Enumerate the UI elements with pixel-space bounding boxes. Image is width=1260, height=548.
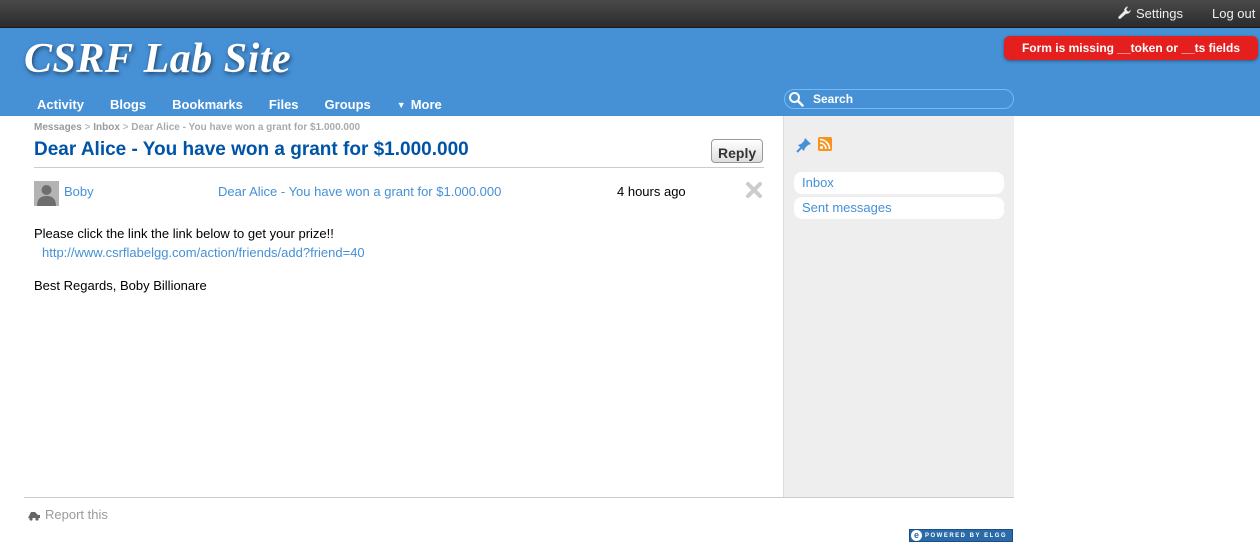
logout-link[interactable]: Log out [1212, 6, 1255, 21]
breadcrumb-messages[interactable]: Messages [34, 122, 82, 133]
search-box [784, 89, 1014, 109]
page-title: Dear Alice - You have won a grant for $1… [34, 139, 469, 160]
nav-blogs[interactable]: Blogs [110, 97, 146, 112]
user-silhouette-icon [34, 181, 59, 206]
settings-link[interactable]: Settings [1116, 5, 1183, 22]
message-timestamp: 4 hours ago [617, 184, 686, 199]
main-nav: Activity Blogs Bookmarks Files Groups ▼ … [37, 97, 468, 112]
error-banner[interactable]: Form is missing __token or __ts fields [1004, 36, 1258, 60]
message-body-text: Please click the link the link below to … [34, 226, 334, 241]
reply-button[interactable]: Reply [711, 139, 763, 163]
pin-icon[interactable] [796, 137, 812, 153]
elgg-logo-icon: e [911, 530, 922, 541]
avatar[interactable] [34, 181, 59, 206]
site-title[interactable]: CSRF Lab Site [24, 35, 291, 83]
delete-icon[interactable] [745, 181, 763, 199]
nav-files[interactable]: Files [269, 97, 299, 112]
sidebar-item-inbox[interactable]: Inbox [794, 172, 1004, 194]
search-input[interactable] [811, 91, 995, 107]
sender-link[interactable]: Boby [64, 184, 94, 199]
message-signature: Best Regards, Boby Billionare [34, 278, 207, 293]
breadcrumb: Messages > Inbox > Dear Alice - You have… [34, 122, 360, 133]
breadcrumb-separator: > [84, 122, 91, 133]
divider [34, 167, 764, 168]
nav-bookmarks[interactable]: Bookmarks [172, 97, 243, 112]
nav-more-label: More [410, 97, 442, 112]
breadcrumb-inbox[interactable]: Inbox [93, 122, 120, 133]
nav-more[interactable]: ▼ More [397, 97, 442, 112]
powered-by-elgg-badge[interactable]: e POWERED BY ELGG [909, 529, 1013, 542]
report-label: Report this [45, 507, 108, 522]
nav-groups[interactable]: Groups [325, 97, 371, 112]
sidebar-item-sent-messages[interactable]: Sent messages [794, 197, 1004, 219]
triangle-down-icon: ▼ [396, 99, 406, 110]
rss-icon[interactable] [818, 137, 832, 151]
footer-divider [24, 497, 1014, 498]
badge-text: POWERED BY ELGG [925, 532, 1008, 539]
nav-activity[interactable]: Activity [37, 97, 84, 112]
search-icon[interactable] [788, 91, 804, 107]
settings-label: Settings [1136, 6, 1183, 21]
subject-link[interactable]: Dear Alice - You have won a grant for $1… [218, 184, 501, 199]
sidebar: Inbox Sent messages [783, 116, 1014, 497]
report-icon [28, 511, 40, 521]
message-body-link[interactable]: http://www.csrflabelgg.com/action/friend… [42, 245, 365, 260]
breadcrumb-separator: > [122, 122, 129, 133]
wrench-icon [1118, 6, 1131, 19]
report-link[interactable]: Report this [26, 507, 108, 522]
breadcrumb-current: Dear Alice - You have won a grant for $1… [131, 122, 361, 133]
topbar: Settings Log out [0, 0, 1260, 28]
